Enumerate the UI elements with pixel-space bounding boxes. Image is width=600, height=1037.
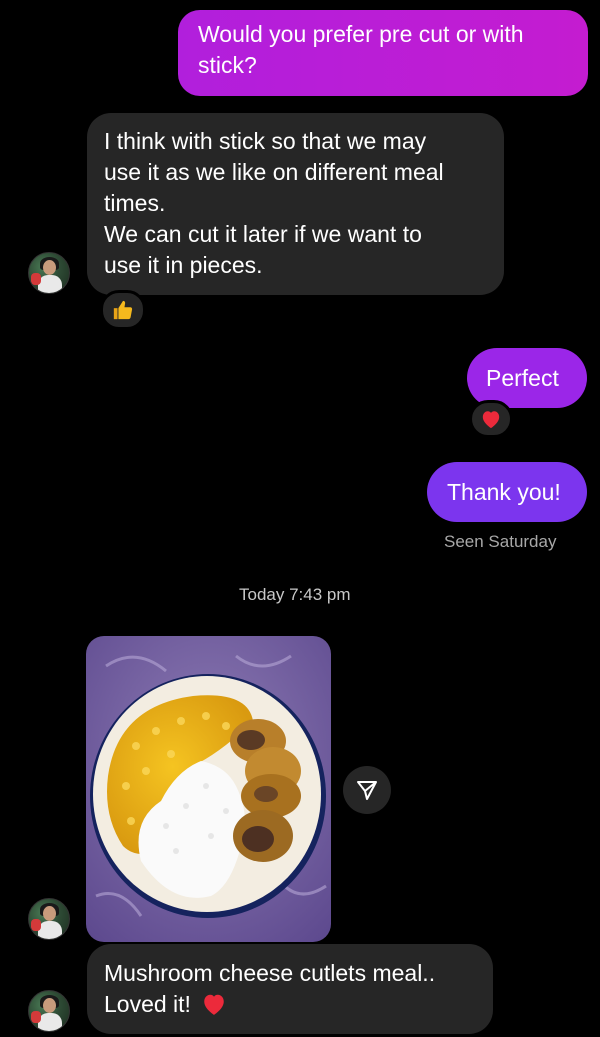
outgoing-message-bubble[interactable]: Would you prefer pre cut or with stick? (178, 10, 588, 96)
contact-avatar[interactable] (28, 252, 70, 294)
food-photo (86, 636, 331, 942)
message-text: Thank you! (447, 479, 561, 505)
outgoing-message-bubble[interactable]: Perfect (467, 348, 587, 408)
reaction-badge[interactable] (100, 290, 146, 330)
incoming-message-bubble[interactable]: I think with stick so that we may use it… (87, 113, 504, 295)
message-line: I think with stick so that we may (104, 128, 427, 154)
message-line: stick? (198, 52, 257, 78)
message-line: We can cut it later if we want to (104, 221, 422, 247)
message-line: times. (104, 190, 166, 216)
message-line: Loved it! (104, 991, 191, 1017)
incoming-message-bubble[interactable]: Mushroom cheese cutlets meal.. Loved it! (87, 944, 493, 1034)
heart-icon (482, 411, 500, 429)
message-text: Perfect (486, 365, 559, 391)
message-line: use it in pieces. (104, 252, 263, 278)
seen-status: Seen Saturday (444, 532, 557, 551)
outgoing-message-bubble[interactable]: Thank you! (427, 462, 587, 522)
share-button[interactable] (343, 766, 391, 814)
reaction-badge[interactable] (469, 400, 513, 438)
send-icon (357, 781, 377, 800)
contact-avatar[interactable] (28, 898, 70, 940)
timestamp-divider: Today 7:43 pm (239, 585, 351, 604)
heart-icon (204, 994, 225, 1015)
thumbs-up-icon (113, 300, 133, 320)
message-line: use it as we like on different meal (104, 159, 444, 185)
contact-avatar[interactable] (28, 990, 70, 1032)
message-line: Would you prefer pre cut or with (198, 21, 524, 47)
message-line: Mushroom cheese cutlets meal.. (104, 960, 436, 986)
photo-message[interactable] (86, 636, 331, 942)
